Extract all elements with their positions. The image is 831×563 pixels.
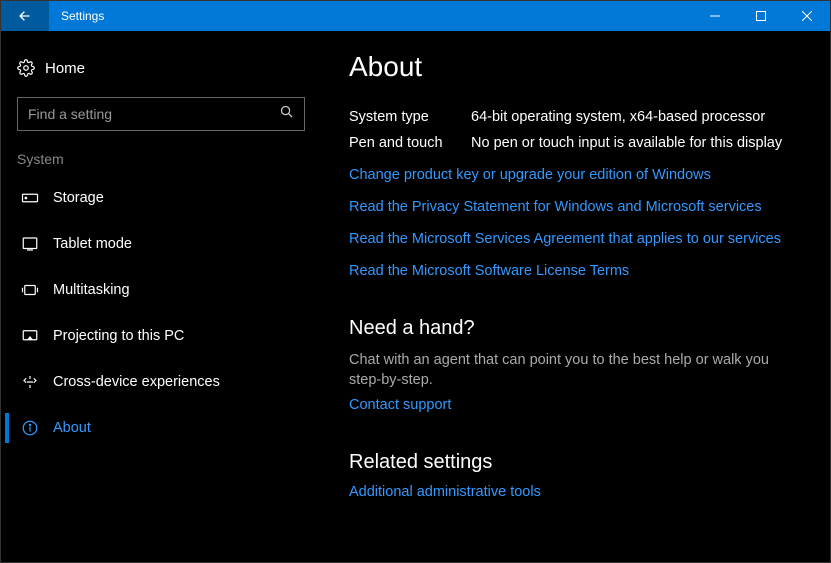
storage-icon xyxy=(21,189,53,207)
maximize-icon xyxy=(756,11,766,21)
link-change-product-key[interactable]: Change product key or upgrade your editi… xyxy=(349,167,800,183)
link-contact-support[interactable]: Contact support xyxy=(349,397,800,413)
search-icon xyxy=(279,104,294,124)
minimize-icon xyxy=(710,11,720,21)
sidebar-item-label: About xyxy=(53,420,91,436)
link-admin-tools[interactable]: Additional administrative tools xyxy=(349,484,800,500)
info-key: System type xyxy=(349,109,471,125)
home-button[interactable]: Home xyxy=(1,51,321,85)
sidebar-item-label: Projecting to this PC xyxy=(53,328,184,344)
info-row-pen-touch: Pen and touch No pen or touch input is a… xyxy=(349,135,800,151)
close-icon xyxy=(802,11,812,21)
info-icon xyxy=(21,419,53,437)
sidebar-item-label: Cross-device experiences xyxy=(53,374,220,390)
maximize-button[interactable] xyxy=(738,1,784,31)
multitasking-icon xyxy=(21,281,53,299)
main-content: About System type 64-bit operating syste… xyxy=(321,31,830,562)
search-input[interactable] xyxy=(28,106,279,122)
window-controls xyxy=(692,1,830,31)
info-row-system-type: System type 64-bit operating system, x64… xyxy=(349,109,800,125)
link-services-agreement[interactable]: Read the Microsoft Services Agreement th… xyxy=(349,231,800,247)
projecting-icon xyxy=(21,327,53,345)
window-title: Settings xyxy=(49,9,692,23)
link-license-terms[interactable]: Read the Microsoft Software License Term… xyxy=(349,263,800,279)
cross-device-icon xyxy=(21,373,53,391)
info-value: No pen or touch input is available for t… xyxy=(471,135,782,151)
back-button[interactable] xyxy=(1,1,49,31)
sidebar-item-projecting[interactable]: Projecting to this PC xyxy=(1,313,321,359)
minimize-button[interactable] xyxy=(692,1,738,31)
info-value: 64-bit operating system, x64-based proce… xyxy=(471,109,765,125)
sidebar-item-cross-device[interactable]: Cross-device experiences xyxy=(1,359,321,405)
gear-icon xyxy=(17,59,45,77)
help-body-text: Chat with an agent that can point you to… xyxy=(349,350,800,391)
sidebar-item-label: Multitasking xyxy=(53,282,130,298)
sidebar-item-label: Storage xyxy=(53,190,104,206)
related-heading: Related settings xyxy=(349,451,800,474)
link-privacy-statement[interactable]: Read the Privacy Statement for Windows a… xyxy=(349,199,800,215)
sidebar: Home System Storage Tablet mode Mu xyxy=(1,31,321,562)
info-key: Pen and touch xyxy=(349,135,471,151)
sidebar-item-tablet-mode[interactable]: Tablet mode xyxy=(1,221,321,267)
sidebar-item-label: Tablet mode xyxy=(53,236,132,252)
sidebar-item-multitasking[interactable]: Multitasking xyxy=(1,267,321,313)
sidebar-item-about[interactable]: About xyxy=(1,405,321,451)
page-title: About xyxy=(349,51,800,83)
tablet-icon xyxy=(21,235,53,253)
sidebar-category-label: System xyxy=(1,151,321,175)
search-input-container[interactable] xyxy=(17,97,305,131)
help-heading: Need a hand? xyxy=(349,317,800,340)
sidebar-item-storage[interactable]: Storage xyxy=(1,175,321,221)
titlebar: Settings xyxy=(1,1,830,31)
close-button[interactable] xyxy=(784,1,830,31)
home-label: Home xyxy=(45,60,85,77)
arrow-left-icon xyxy=(17,8,33,24)
